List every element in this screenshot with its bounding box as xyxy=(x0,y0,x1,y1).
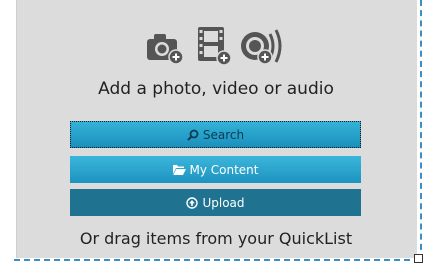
add-media-heading: Add a photo, video or audio xyxy=(98,79,334,99)
folder-open-icon xyxy=(172,164,186,175)
drag-hint: Or drag items from your QuickList xyxy=(79,229,353,248)
drop-zone-right-border xyxy=(420,0,422,260)
search-button-label: Search xyxy=(202,127,245,142)
left-edge xyxy=(6,0,17,258)
my-content-button[interactable]: My Content xyxy=(70,156,361,183)
film-add-icon xyxy=(195,25,235,67)
search-button[interactable]: Search xyxy=(70,121,361,148)
my-content-button-label: My Content xyxy=(189,162,259,177)
camera-add-icon xyxy=(145,31,185,65)
search-icon xyxy=(187,129,199,141)
media-drop-zone[interactable]: Add a photo, video or audio Search My Co… xyxy=(0,0,442,267)
scroll-area xyxy=(425,0,442,267)
resize-handle[interactable] xyxy=(414,254,423,263)
upload-button[interactable]: Upload xyxy=(70,189,361,216)
upload-button-label: Upload xyxy=(202,195,245,210)
upload-icon xyxy=(186,196,199,209)
drop-zone-bottom-border xyxy=(14,259,420,261)
media-type-icons xyxy=(145,23,295,67)
audio-add-icon xyxy=(239,27,287,67)
